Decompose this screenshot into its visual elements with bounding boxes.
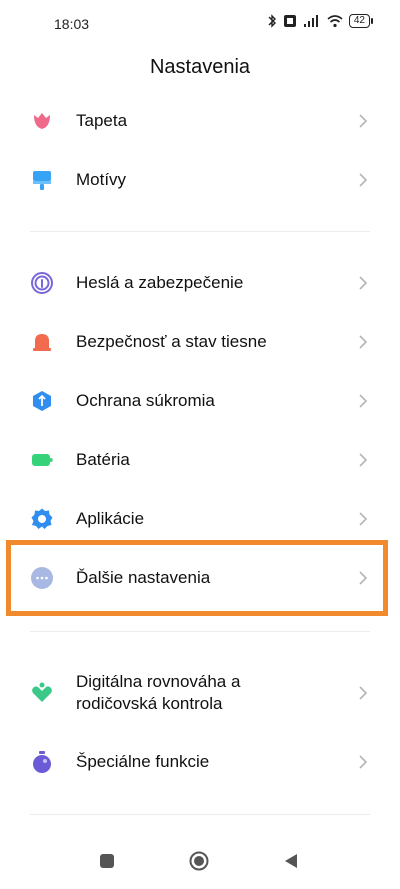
fingerprint-icon <box>31 272 53 294</box>
home-button[interactable] <box>188 850 210 872</box>
chevron-right-icon <box>359 755 368 769</box>
settings-item-special-features[interactable]: Špeciálne funkcie <box>0 733 400 791</box>
chevron-right-icon <box>359 173 368 187</box>
battery-indicator: 42 <box>348 14 374 28</box>
divider <box>30 814 370 815</box>
settings-item-label: Špeciálne funkcie <box>76 752 210 771</box>
status-icons: 42 <box>267 14 374 28</box>
settings-item-label: Motívy <box>76 170 127 189</box>
settings-item-label: Ďalšie nastavenia <box>76 568 211 587</box>
emergency-icon <box>33 334 51 351</box>
settings-item-label: Tapeta <box>76 111 128 130</box>
settings-item-battery[interactable]: Batéria <box>0 431 400 489</box>
settings-item-digital-wellbeing[interactable]: Digitálna rovnováha a rodičovská kontrol… <box>0 660 400 726</box>
chevron-right-icon <box>359 453 368 467</box>
settings-item-wallpaper[interactable]: Tapeta <box>0 92 400 150</box>
chevron-right-icon <box>359 512 368 526</box>
apps-gear-icon <box>31 508 53 529</box>
settings-item-label: Bezpečnosť a stav tiesne <box>76 332 267 351</box>
themes-icon <box>33 171 51 190</box>
divider <box>30 231 370 232</box>
wifi-icon <box>327 15 343 28</box>
chevron-right-icon <box>359 686 368 700</box>
settings-item-themes[interactable]: Motívy <box>0 151 400 209</box>
settings-item-label: Aplikácie <box>76 509 145 528</box>
chevron-right-icon <box>359 114 368 128</box>
settings-item-label: Digitálna rovnováha a rodičovská kontrol… <box>76 671 240 715</box>
chevron-right-icon <box>359 394 368 408</box>
status-time: 18:03 <box>54 16 90 32</box>
chevron-right-icon <box>359 335 368 349</box>
battery-icon <box>32 454 53 466</box>
back-button[interactable] <box>282 852 300 870</box>
chevron-right-icon <box>359 276 368 290</box>
digital-wellbeing-icon <box>32 682 52 702</box>
settings-item-passwords-security[interactable]: Heslá a zabezpečenie <box>0 254 400 312</box>
recent-apps-button[interactable] <box>98 852 116 870</box>
settings-item-label: Batéria <box>76 450 130 469</box>
settings-item-additional-settings[interactable]: Ďalšie nastavenia <box>0 549 400 607</box>
settings-item-safety-emergency[interactable]: Bezpečnosť a stav tiesne <box>0 313 400 371</box>
settings-item-privacy[interactable]: Ochrana súkromia <box>0 372 400 430</box>
more-settings-icon <box>31 567 53 589</box>
chevron-right-icon <box>359 571 368 585</box>
settings-item-apps[interactable]: Aplikácie <box>0 490 400 548</box>
privacy-icon <box>33 391 51 411</box>
page-title: Nastavenia <box>149 56 251 78</box>
divider <box>30 631 370 632</box>
settings-item-label-line2: rodičovská kontrola <box>76 694 223 713</box>
settings-item-label-line1: Digitálna rovnováha a <box>76 672 241 691</box>
settings-item-label: Ochrana súkromia <box>76 391 215 410</box>
status-bar: 18:03 42 <box>0 0 400 48</box>
navigation-bar <box>0 836 400 889</box>
wallpaper-icon <box>34 113 50 129</box>
sim-icon <box>283 15 296 27</box>
settings-item-label: Heslá a zabezpečenie <box>76 273 244 292</box>
bluetooth-icon <box>268 14 276 28</box>
special-features-icon <box>33 751 51 773</box>
signal-icon <box>303 15 318 27</box>
